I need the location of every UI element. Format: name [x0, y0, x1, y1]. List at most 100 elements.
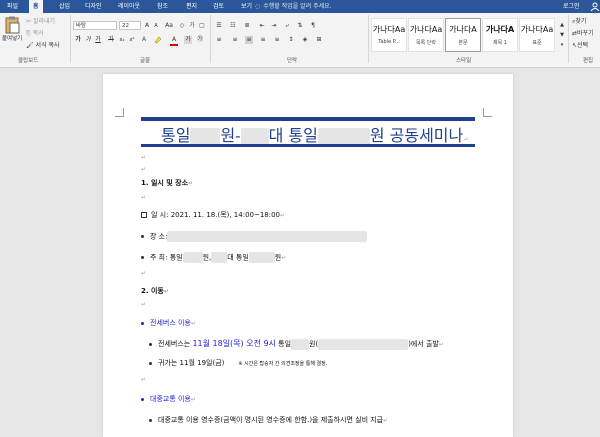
paste-button[interactable]: 붙여넣기	[2, 16, 22, 50]
bullet-dot-icon	[141, 397, 144, 401]
underline-button[interactable]: 가	[94, 36, 102, 44]
char-border-icon[interactable]: ▢	[198, 22, 206, 30]
group-divider	[210, 15, 211, 63]
list-item-host[interactable]: 주 최: 통일 원, 대 통일 원↵	[141, 252, 286, 263]
superscript-button[interactable]: x²	[128, 36, 136, 44]
style-list-paragraph[interactable]: 가나다Aa 목록 단락	[408, 18, 444, 52]
align-center-icon[interactable]: ≡	[231, 36, 239, 44]
bus-text: )에서 출발	[408, 340, 439, 348]
style-name: Table P...	[378, 39, 400, 45]
return-line[interactable]: 귀가는 11월 19일(금) ※ 시간은 탑승자 간 의견조정을 통해 결정.	[149, 358, 327, 368]
document-page[interactable]: 통일 원- 대 통일 원 공동세미나↵ ↵ ↵ 1. 일시 및 장소↵ ↵ 일 시: …	[103, 74, 513, 437]
paragraph-mark: ↵	[188, 180, 194, 187]
style-normal[interactable]: 가나다Aa 표준	[519, 18, 555, 52]
paragraph-mark: ↵	[190, 396, 196, 403]
char-shading-icon[interactable]: 가	[184, 36, 192, 44]
style-body[interactable]: 가나다A 본문	[445, 18, 481, 52]
list-item-when[interactable]: 일 시: 2021. 11. 18.(목), 14:00~18:00↵	[141, 210, 285, 220]
distributed-icon[interactable]: ≡	[273, 36, 281, 44]
grow-font-button[interactable]: A	[143, 22, 151, 30]
document-title[interactable]: 통일 원- 대 통일 원 공동세미나↵	[161, 122, 468, 146]
bullets-icon[interactable]: ☰	[215, 22, 223, 30]
enclose-char-icon[interactable]: ㉮	[196, 36, 204, 44]
bullet-dot-icon	[141, 256, 144, 259]
bullet-dot-icon	[149, 361, 152, 365]
show-marks-icon[interactable]: ¶	[309, 22, 317, 30]
ribbon-tab-bar: 파일 홈 삽입 디자인 레이아웃 참조 편지 검토 보기 ◌ 수행할 작업을 알려…	[0, 0, 600, 13]
find-button[interactable]: ⌕찾기	[572, 16, 586, 26]
borders-icon[interactable]: ⊞	[315, 36, 323, 44]
style-table-paragraph[interactable]: 가나다Aa Table P...	[371, 18, 407, 52]
text-effects-icon[interactable]: A	[140, 36, 148, 44]
tab-layout[interactable]: 레이아웃	[114, 0, 144, 13]
font-size-select[interactable]: 22	[119, 21, 141, 30]
font-color-button[interactable]: A	[170, 36, 178, 46]
paragraph-mark: ↵	[141, 154, 147, 161]
when-value: : 2021. 11. 18.(목), 14:00~18:00	[166, 211, 281, 219]
tab-view[interactable]: 보기	[237, 0, 256, 13]
title-part: 대 통일	[268, 126, 318, 145]
sort-icon[interactable]: ⇅	[296, 22, 304, 30]
italic-button[interactable]: 가	[84, 36, 92, 44]
shrink-font-button[interactable]: A	[152, 22, 160, 30]
font-name-select[interactable]: 바탕	[73, 21, 117, 30]
subscript-button[interactable]: x₂	[118, 36, 126, 44]
select-label: 선택	[577, 42, 589, 49]
transit-heading-text: 대중교통 이용	[150, 395, 191, 403]
cut-button[interactable]: ✂ 잘라내기	[26, 16, 55, 25]
justify-icon[interactable]: ≡	[259, 36, 267, 44]
section-heading-1[interactable]: 1. 일시 및 장소↵	[141, 178, 193, 188]
paragraph-mark: ↵	[383, 417, 389, 424]
style-heading-1[interactable]: 가나다A 제목 1	[482, 18, 518, 52]
paste-label: 붙여넣기	[2, 36, 23, 42]
tab-file[interactable]: 파일	[3, 0, 22, 13]
styles-scroll-up-icon[interactable]: ▲	[558, 21, 566, 29]
cut-label: 잘라내기	[32, 18, 56, 25]
paragraph-mark: ↵	[281, 254, 287, 262]
paragraph-mark: ↵	[280, 212, 286, 219]
transit-heading[interactable]: 대중교통 이용↵	[141, 394, 196, 404]
bus-detail-line[interactable]: 전세버스는 11월 18일(목) 오전 9시 통일 원()에서 출발↵	[149, 338, 444, 350]
line-spacing-icon[interactable]: ↕	[287, 36, 295, 44]
change-case-button[interactable]: Aa	[163, 22, 175, 30]
transit-text: 대중교통 이용 영수증(금액이 명시된 영수증에 한함.)을 제출하시면 실비 …	[158, 416, 384, 424]
phonetic-guide-icon[interactable]: 가	[188, 22, 196, 30]
decrease-indent-icon[interactable]: ⇤	[258, 22, 266, 30]
tab-insert[interactable]: 삽입	[55, 0, 74, 13]
list-item-where[interactable]: 장 소:	[141, 231, 368, 242]
editing-group-label: 편집	[583, 58, 594, 64]
align-left-icon[interactable]: ≡	[215, 36, 223, 44]
tell-me-search[interactable]: ◌ 수행할 작업을 알려 주세요.	[255, 0, 332, 13]
select-button[interactable]: ↖선택	[572, 40, 588, 49]
increase-indent-icon[interactable]: ⇥	[270, 22, 278, 30]
align-right-icon[interactable]: ≡	[245, 36, 253, 44]
styles-scroll-down-icon[interactable]: ▼	[558, 31, 566, 39]
tab-references[interactable]: 참조	[153, 0, 172, 13]
copy-label: 복사	[32, 30, 44, 37]
tab-home[interactable]: 홈	[29, 0, 43, 13]
login-link[interactable]: 로그인	[563, 0, 580, 13]
redacted-block	[318, 338, 409, 350]
replace-button[interactable]: ⇄바꾸기	[572, 28, 594, 37]
copy-button[interactable]: ⎘ 복사	[26, 28, 44, 38]
section-heading-2[interactable]: 2. 이동↵	[141, 286, 169, 296]
tab-review[interactable]: 검토	[209, 0, 228, 13]
return-text: 귀가는 11월 19일(금)	[158, 359, 225, 367]
styles-more-icon[interactable]: ▾	[558, 41, 566, 49]
transit-detail-line[interactable]: 대중교통 이용 영수증(금액이 명시된 영수증에 한함.)을 제출하시면 실비 …	[149, 415, 388, 425]
bus-text: 전세버스는	[158, 340, 193, 348]
bus-heading[interactable]: 전세버스 이용↵	[141, 318, 196, 328]
tab-mailings[interactable]: 편지	[182, 0, 201, 13]
format-painter-button[interactable]: 🖌 서식 복사	[26, 40, 60, 49]
clear-format-icon[interactable]: ◇	[178, 22, 186, 30]
strikethrough-button[interactable]: 가	[107, 36, 115, 44]
shading-icon[interactable]: ◈	[301, 36, 309, 44]
highlight-icon[interactable]	[154, 36, 162, 44]
numbering-icon[interactable]: ☷	[229, 22, 237, 30]
share-icon[interactable]	[590, 2, 600, 12]
style-sample: 가나다Aa	[409, 25, 443, 34]
text-direction-icon[interactable]: ⤶	[283, 22, 291, 30]
multilevel-list-icon[interactable]: ≣	[243, 22, 251, 30]
tab-design[interactable]: 디자인	[81, 0, 106, 13]
bold-button[interactable]: 가	[74, 36, 82, 44]
